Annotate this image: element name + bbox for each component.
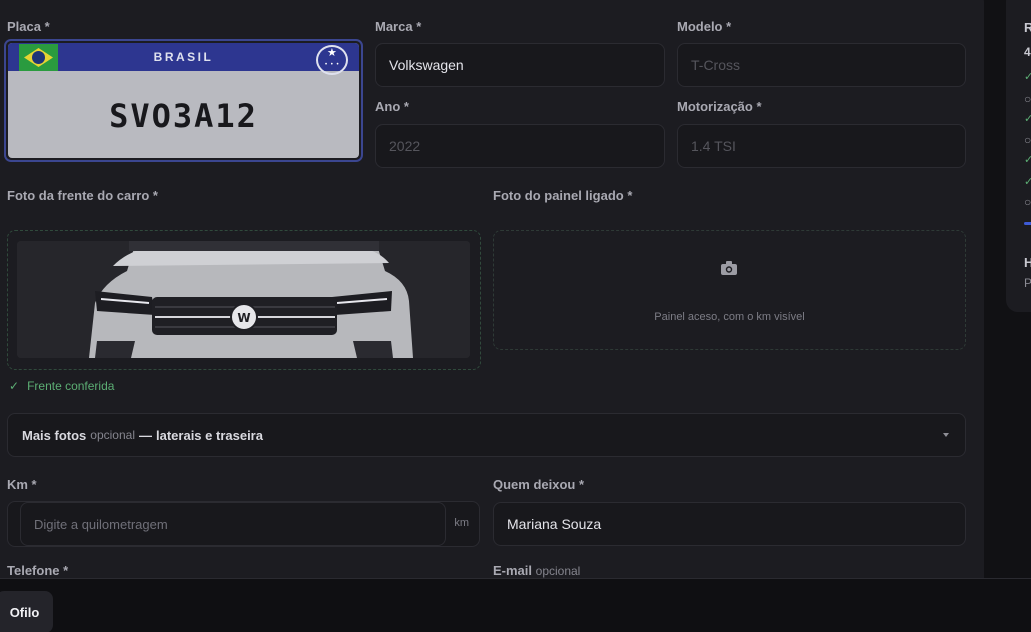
- ofilo-button[interactable]: Ofilo: [0, 591, 53, 632]
- check-icon: ✓: [1024, 176, 1031, 188]
- more-photos-toggle[interactable]: Mais fotos opcional — laterais e traseir…: [7, 413, 966, 457]
- side-summary-card: R 4 ✓ ○ ✓ ○ ✓ ✓ ○ H P: [1006, 0, 1031, 312]
- progress-bar: [1024, 222, 1031, 225]
- foto-frente-label: Foto da frente do carro *: [7, 188, 158, 203]
- chevron-down-icon: [943, 433, 949, 437]
- plate-country: BRASIL: [153, 50, 214, 64]
- check-icon: ✓: [1024, 71, 1031, 83]
- license-plate-input[interactable]: BRASIL ★ • • • SVO3A12: [4, 39, 363, 162]
- placa-label: Placa *: [7, 19, 50, 34]
- email-optional: opcional: [535, 564, 581, 578]
- car-front-image: W: [17, 241, 470, 358]
- more-photos-detail: laterais e traseira: [156, 427, 263, 443]
- front-status: ✓ Frente conferida: [9, 379, 114, 393]
- foto-painel-label: Foto do painel ligado *: [493, 188, 633, 203]
- circle-icon: ○: [1024, 133, 1031, 147]
- front-status-text: Frente conferida: [27, 379, 115, 393]
- plate-band: BRASIL ★ • • •: [8, 43, 359, 75]
- more-photos-title: Mais fotos: [22, 427, 87, 443]
- side-count: 4: [1024, 45, 1031, 59]
- side-subtext: P: [1024, 276, 1031, 290]
- marca-field[interactable]: Volkswagen: [375, 43, 665, 87]
- front-car-photo: W: [17, 241, 470, 358]
- bottom-bar: [0, 578, 1031, 632]
- motor-field[interactable]: 1.4 TSI: [677, 124, 966, 168]
- km-field-group: Digite a quilometragem km: [7, 501, 480, 547]
- check-icon: ✓: [1024, 113, 1031, 125]
- circle-icon: ○: [1024, 195, 1031, 209]
- side-title: R: [1024, 20, 1031, 35]
- more-photos-separator: —: [139, 427, 152, 443]
- km-unit: km: [454, 517, 469, 529]
- modelo-label: Modelo *: [677, 19, 732, 34]
- modelo-field[interactable]: T-Cross: [677, 43, 966, 87]
- license-plate: BRASIL ★ • • • SVO3A12: [8, 43, 359, 158]
- motor-label: Motorização *: [677, 99, 762, 114]
- camera-icon: [721, 261, 737, 275]
- check-icon: ✓: [1024, 154, 1031, 166]
- brazil-flag-icon: [19, 44, 58, 71]
- check-icon: ✓: [9, 379, 20, 393]
- email-label: E-mail opcional: [493, 563, 580, 578]
- circle-icon: ○: [1024, 92, 1031, 106]
- email-label-text: E-mail: [493, 563, 533, 578]
- svg-text:W: W: [237, 311, 250, 325]
- km-input[interactable]: Digite a quilometragem: [20, 502, 446, 546]
- side-heading: H: [1024, 255, 1031, 270]
- quem-deixou-label: Quem deixou *: [493, 477, 585, 492]
- km-label: Km *: [7, 477, 37, 492]
- quem-deixou-field[interactable]: Mariana Souza: [493, 502, 966, 546]
- mercosul-emblem-icon: ★ • • •: [316, 45, 348, 75]
- telefone-label: Telefone *: [7, 563, 69, 578]
- marca-label: Marca *: [375, 19, 422, 34]
- more-photos-optional: opcional: [90, 428, 135, 442]
- ano-label: Ano *: [375, 99, 409, 114]
- front-photo-upload[interactable]: W: [7, 230, 481, 370]
- plate-number: SVO3A12: [109, 97, 258, 135]
- ano-field[interactable]: 2022: [375, 124, 665, 168]
- dashboard-photo-upload[interactable]: Painel aceso, com o km visível: [493, 230, 966, 350]
- dashboard-upload-hint: Painel aceso, com o km visível: [654, 311, 805, 323]
